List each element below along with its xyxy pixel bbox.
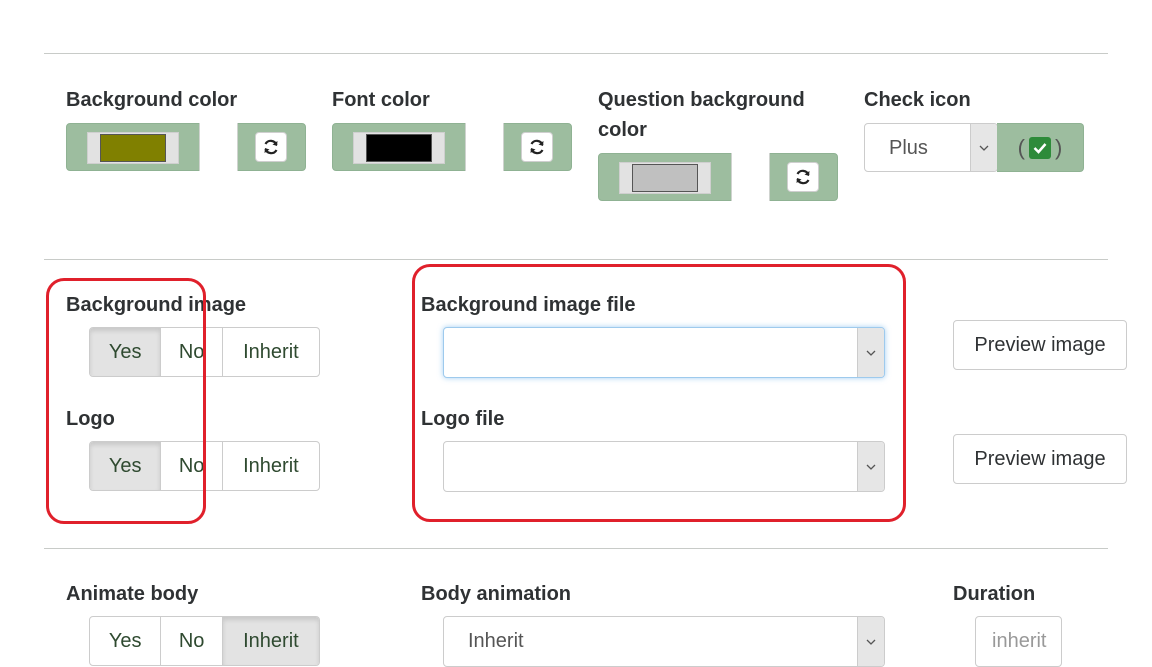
refresh-icon	[796, 169, 810, 185]
animate-body-label: Animate body	[66, 583, 199, 605]
color-swatch-frame[interactable]	[619, 162, 711, 194]
body-animation-select[interactable]: Inherit	[443, 616, 885, 667]
background-image-file-select[interactable]	[443, 327, 885, 378]
label-line-1: Question background	[598, 89, 805, 111]
check-icon-label: Check icon	[864, 89, 971, 111]
reset-question-background-button[interactable]	[787, 162, 819, 192]
animate-body-no-button[interactable]: No	[161, 617, 223, 665]
logo-yes-button[interactable]: Yes	[90, 442, 162, 490]
reset-background-color-button[interactable]	[255, 132, 287, 162]
chevron-down-icon[interactable]	[857, 328, 884, 377]
logo-file-label: Logo file	[421, 408, 505, 430]
background-image-inherit-button[interactable]: Inherit	[223, 328, 319, 376]
preview-paren-close: )	[1055, 134, 1063, 160]
color-value-field[interactable]	[731, 153, 770, 201]
refresh-icon	[264, 139, 278, 155]
question-background-color-picker[interactable]	[598, 153, 838, 201]
preview-background-image-button[interactable]: Preview image	[953, 320, 1127, 370]
logo-inherit-button[interactable]: Inherit	[223, 442, 319, 490]
label-line-2: color	[598, 119, 647, 141]
background-color-picker[interactable]	[66, 123, 306, 171]
question-background-swatch[interactable]	[632, 164, 698, 192]
reset-font-color-button[interactable]	[521, 132, 553, 162]
animate-body-inherit-button[interactable]: Inherit	[222, 617, 319, 665]
logo-toggle[interactable]: Yes No Inherit	[89, 441, 320, 491]
font-color-picker[interactable]	[332, 123, 572, 171]
background-image-file-label: Background image file	[421, 294, 636, 316]
chevron-down-icon[interactable]	[857, 442, 884, 491]
check-icon-selected-value: Plus	[889, 137, 928, 159]
animate-body-yes-button[interactable]: Yes	[90, 617, 162, 665]
chevron-down-icon[interactable]	[857, 617, 884, 666]
divider-middle	[44, 259, 1108, 260]
refresh-icon	[530, 139, 544, 155]
animate-body-toggle[interactable]: Yes No Inherit	[89, 616, 320, 666]
background-color-swatch[interactable]	[100, 134, 166, 162]
background-color-label: Background color	[66, 89, 238, 111]
body-animation-selected-value: Inherit	[468, 630, 524, 652]
logo-file-select[interactable]	[443, 441, 885, 492]
logo-no-button[interactable]: No	[161, 442, 223, 490]
background-image-yes-button[interactable]: Yes	[90, 328, 162, 376]
check-icon-preview: ( )	[997, 123, 1084, 172]
body-animation-label: Body animation	[421, 583, 572, 605]
color-swatch-frame[interactable]	[87, 132, 179, 164]
divider-bottom	[44, 548, 1108, 549]
background-image-label: Background image	[66, 294, 247, 316]
color-swatch-frame[interactable]	[353, 132, 445, 164]
logo-label: Logo	[66, 408, 115, 430]
duration-label: Duration	[953, 583, 1036, 605]
preview-paren-open: (	[1017, 134, 1025, 160]
font-color-label: Font color	[332, 89, 430, 111]
question-background-color-label: Question background color	[598, 85, 805, 145]
background-image-no-button[interactable]: No	[161, 328, 223, 376]
duration-input[interactable]: inherit	[975, 616, 1062, 667]
chevron-down-icon[interactable]	[970, 124, 997, 171]
background-image-toggle[interactable]: Yes No Inherit	[89, 327, 320, 377]
color-value-field[interactable]	[465, 123, 504, 171]
check-icon-select[interactable]: Plus	[864, 123, 998, 172]
divider-top	[44, 53, 1108, 54]
font-color-swatch[interactable]	[366, 134, 432, 162]
checkbox-checked-icon	[1029, 136, 1051, 159]
color-value-field[interactable]	[199, 123, 238, 171]
preview-logo-button[interactable]: Preview image	[953, 434, 1127, 484]
